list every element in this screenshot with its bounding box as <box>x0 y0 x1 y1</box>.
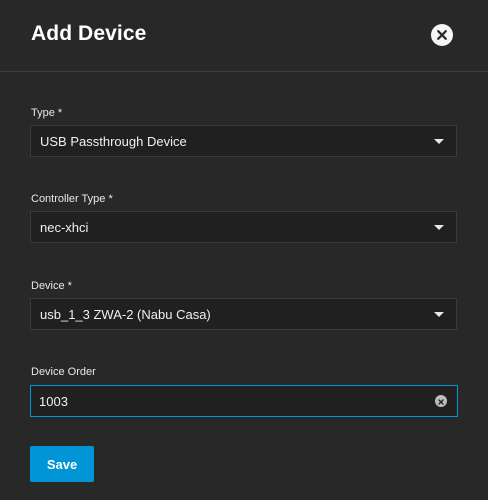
close-icon <box>437 30 447 40</box>
dialog-header: Add Device <box>0 0 488 72</box>
controller-type-label: Controller Type * <box>31 193 113 205</box>
clear-button[interactable] <box>435 395 447 407</box>
controller-type-select[interactable]: nec-xhci <box>30 211 457 243</box>
controller-type-select-value: nec-xhci <box>40 220 89 235</box>
dialog-title: Add Device <box>31 22 147 45</box>
device-order-input[interactable] <box>39 386 419 416</box>
device-select[interactable]: usb_1_3 ZWA-2 (Nabu Casa) <box>30 298 457 330</box>
save-button[interactable]: Save <box>30 446 94 482</box>
clear-icon <box>438 399 444 405</box>
device-select-value: usb_1_3 ZWA-2 (Nabu Casa) <box>40 307 211 322</box>
device-order-field[interactable] <box>30 385 458 417</box>
device-label: Device * <box>31 280 72 292</box>
device-order-label: Device Order <box>31 366 96 378</box>
type-label: Type * <box>31 107 63 119</box>
chevron-down-icon <box>434 225 444 230</box>
type-select[interactable]: USB Passthrough Device <box>30 125 457 157</box>
close-button[interactable] <box>431 24 453 46</box>
add-device-dialog: Add Device Type * USB Passthrough Device… <box>0 0 488 500</box>
type-select-value: USB Passthrough Device <box>40 134 187 149</box>
chevron-down-icon <box>434 312 444 317</box>
chevron-down-icon <box>434 139 444 144</box>
